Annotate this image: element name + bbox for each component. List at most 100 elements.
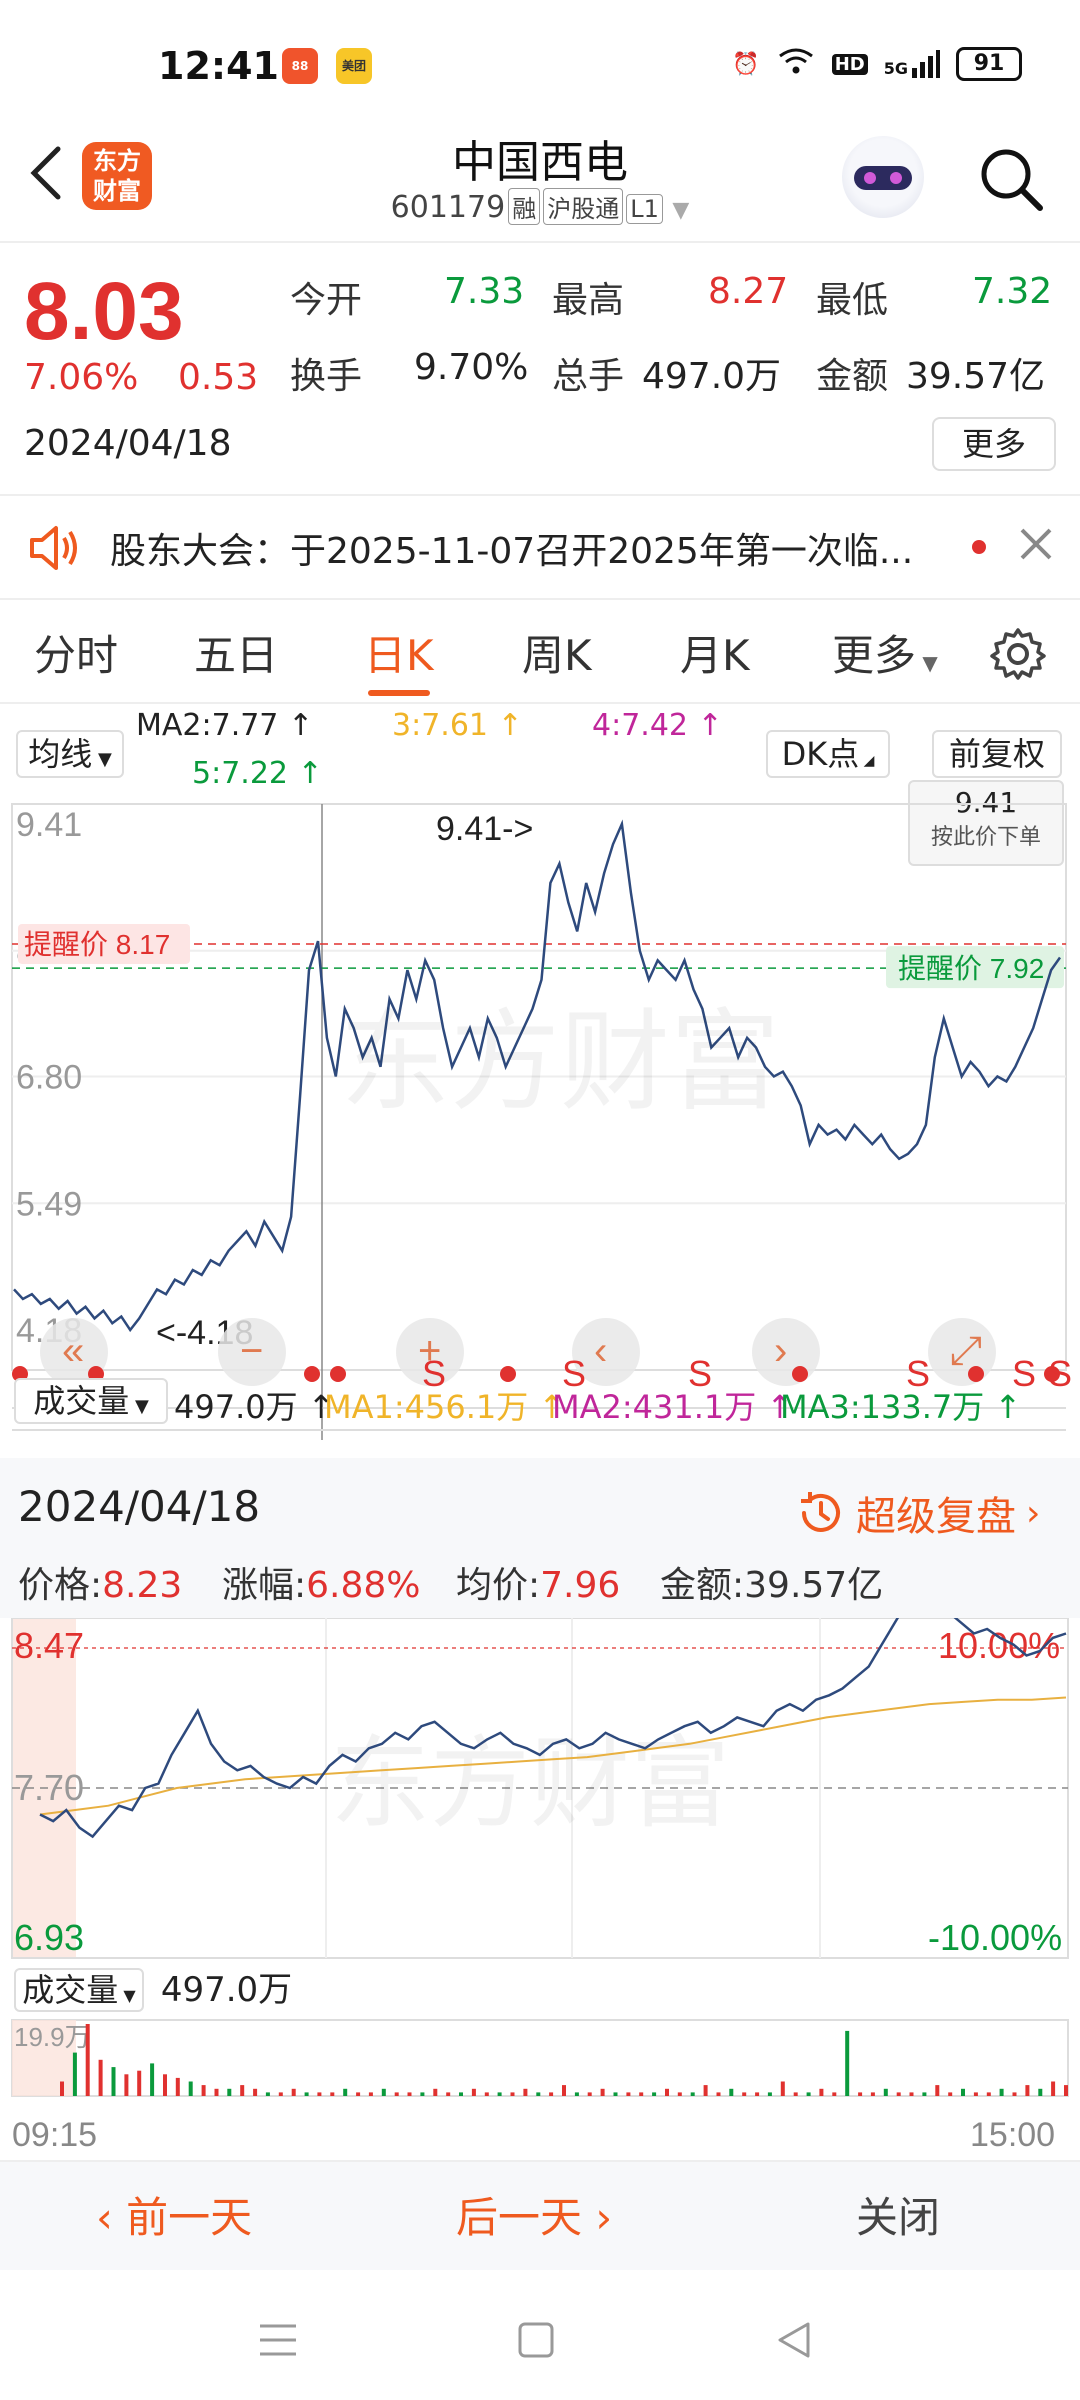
volume-bar — [188, 2081, 193, 2096]
wifi-icon — [776, 46, 816, 82]
volume-bar — [961, 2088, 965, 2096]
turnover-label: 换手 — [290, 356, 363, 397]
volume-bar — [446, 2092, 451, 2096]
volume-bar — [973, 2092, 978, 2096]
volume-bar — [626, 2092, 631, 2096]
volume-bar — [613, 2092, 618, 2096]
detail-amount: 金额:39.57亿 — [660, 1565, 884, 1606]
volume-bar — [98, 2059, 103, 2096]
volume-bar — [986, 2092, 991, 2096]
volume-bar — [549, 2092, 554, 2096]
volume-bar — [562, 2085, 566, 2096]
amount-label: 金额 — [816, 356, 889, 397]
volume-bar — [806, 2092, 811, 2096]
volume-bar — [150, 2063, 155, 2096]
close-icon[interactable] — [1018, 526, 1054, 562]
intraday-y-top: 8.47 — [14, 1625, 84, 1666]
daily-kline-chart[interactable]: 9.418.106.805.494.18提醒价 8.17提醒价 7.929.41… — [0, 800, 1080, 1440]
adjust-mode-button[interactable]: 前复权 — [932, 730, 1062, 778]
tag-level: L1 — [626, 194, 663, 224]
volume-bar — [677, 2092, 682, 2096]
divider — [0, 598, 1080, 600]
time-start-label: 09:15 — [12, 2116, 97, 2154]
turnover-value: 9.70% — [414, 347, 529, 388]
tab-monthly-k[interactable]: 月K — [680, 622, 750, 683]
close-button[interactable]: 关闭 — [856, 2184, 940, 2245]
ma4-value: 4:7.42 ↑ — [592, 708, 723, 743]
search-icon[interactable] — [976, 144, 1046, 214]
volume-selector-button[interactable]: 成交量 ▼ — [14, 1378, 168, 1424]
home-icon[interactable] — [516, 2320, 556, 2360]
volume-bar — [420, 2092, 425, 2096]
signal-icon: 5G — [884, 50, 940, 78]
intraday-volume-value: 497.0万 — [160, 1970, 293, 2010]
volume-label: 总手 — [552, 356, 625, 397]
volume-bar — [265, 2092, 270, 2096]
volume-bar — [227, 2088, 232, 2096]
stock-code: 601179 — [390, 190, 506, 225]
volume-bar — [536, 2092, 541, 2096]
change-amount: 0.53 — [178, 357, 259, 398]
tab-daily-k[interactable]: 日K — [364, 622, 434, 683]
volume-bar — [85, 2024, 90, 2096]
volume-value: 497.0万 — [642, 356, 782, 397]
next-day-button[interactable]: 后一天 › — [456, 2184, 612, 2245]
notice-text: 股东大会：于2025-11-07召开2025年第一次临... — [110, 531, 914, 572]
low-value: 7.32 — [972, 271, 1053, 312]
vma3-value: MA3:133.7万 ↑ — [780, 1388, 1022, 1426]
volume-bar — [201, 2085, 206, 2096]
volume-bar — [407, 2092, 412, 2096]
vma2-value: MA2:431.1万 ↑ — [552, 1388, 794, 1426]
volume-bar — [587, 2092, 592, 2096]
ma2-value: MA2:7.77 ↑ — [136, 708, 314, 743]
settings-gear-icon[interactable] — [990, 626, 1046, 682]
volume-bar — [716, 2092, 721, 2096]
open-label: 今开 — [290, 280, 363, 321]
volume-bar — [356, 2092, 361, 2096]
dk-point-button[interactable]: DK点 ◢ — [766, 730, 890, 778]
chart-control-icon: › — [774, 1329, 787, 1373]
super-replay-link[interactable]: 超级复盘 › — [796, 1484, 1040, 1542]
volume-bar — [72, 2052, 77, 2096]
prev-day-button[interactable]: ‹ 前一天 — [96, 2184, 252, 2245]
volume-bar — [742, 2092, 747, 2096]
volume-bar — [510, 2092, 515, 2096]
volume-bar — [1064, 2085, 1068, 2096]
ma3-value: 3:7.61 ↑ — [392, 708, 523, 743]
volume-frame — [11, 2019, 1069, 2097]
intraday-volume-selector[interactable]: 成交量 ▼ — [14, 1968, 144, 2012]
intraday-y-bottom: 6.93 — [14, 1917, 84, 1958]
more-quote-button[interactable]: 更多 — [932, 417, 1056, 471]
caret-down-icon: ▼ — [916, 651, 938, 675]
volume-bar — [317, 2092, 322, 2096]
chart-tabs: 分时 五日 日K 周K 月K 更多 ▼ — [0, 612, 1080, 702]
volume-bar — [484, 2092, 489, 2096]
chevron-left-icon: ‹ — [96, 2193, 127, 2242]
volume-bar — [999, 2088, 1004, 2096]
tab-five-day[interactable]: 五日 — [194, 622, 278, 683]
notice-bar[interactable]: 股东大会：于2025-11-07召开2025年第一次临... — [0, 500, 1080, 595]
alert-red-label: 提醒价 8.17 — [24, 929, 170, 960]
ma-selector-button[interactable]: 均线 ▼ — [16, 730, 124, 778]
active-tab-indicator — [368, 690, 430, 696]
volume-bar — [124, 2074, 129, 2096]
status-bar: 12:41 88 美团 ⏰ HD 5G 91 — [0, 0, 1080, 130]
vma1-value: MA1:456.1万 ↑ — [324, 1388, 566, 1426]
status-indicators: ⏰ HD 5G 91 — [732, 46, 1022, 82]
volume-bar — [600, 2088, 605, 2096]
ai-assistant-robot-icon[interactable] — [842, 136, 924, 218]
volume-bar — [278, 2092, 283, 2096]
menu-icon[interactable] — [258, 2320, 298, 2360]
tab-weekly-k[interactable]: 周K — [522, 622, 592, 683]
intraday-y-mid: 7.70 — [14, 1767, 84, 1808]
volume-bar — [845, 2030, 850, 2096]
tag-margin: 融 — [508, 188, 541, 225]
volume-bar — [755, 2092, 760, 2096]
back-triangle-icon[interactable] — [774, 2320, 814, 2360]
quote-block: 8.03 7.06% 0.53 2024/04/18 今开 7.33 最高 8.… — [0, 245, 1080, 495]
watermark: 东方财富 — [340, 1001, 780, 1124]
tab-more[interactable]: 更多 ▼ — [832, 622, 938, 683]
tab-intraday[interactable]: 分时 — [34, 622, 118, 683]
volume-bar — [767, 2092, 772, 2096]
y-axis-label: 9.41 — [16, 806, 82, 844]
